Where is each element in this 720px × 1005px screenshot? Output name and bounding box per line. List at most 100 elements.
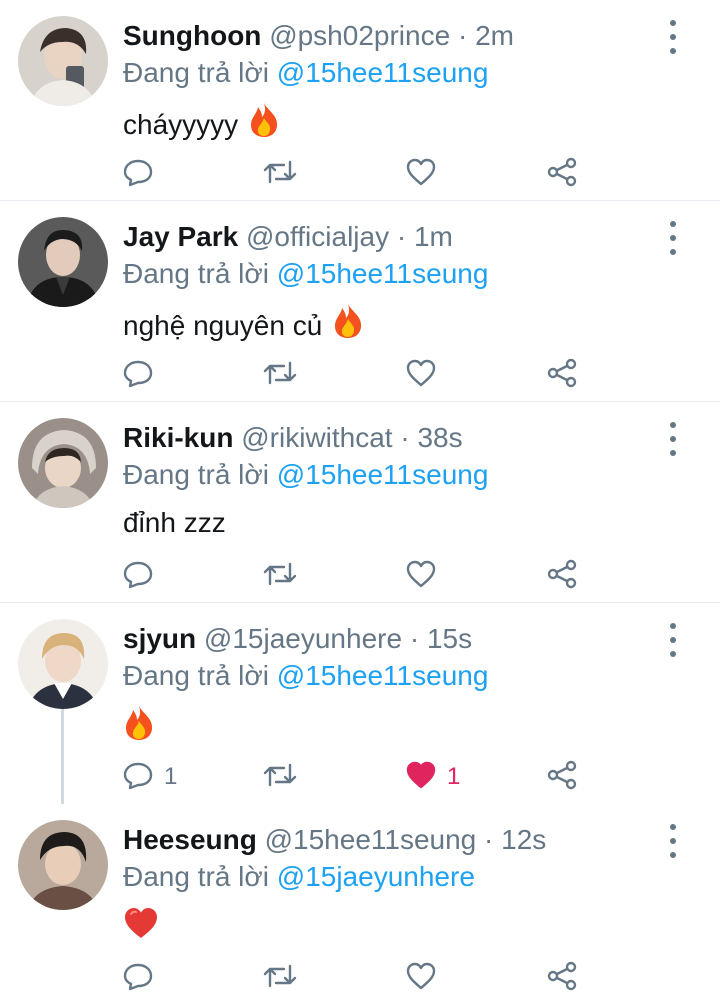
replying-to-label: Đang trả lời <box>123 459 269 490</box>
user-handle[interactable]: @psh02prince <box>269 20 450 51</box>
tweet[interactable]: Jay Park @officialjay · 1m Đang trả lời … <box>0 201 720 402</box>
red-heart-emoji-icon <box>123 906 159 950</box>
reply-button[interactable]: 1 <box>122 757 177 797</box>
more-options-icon[interactable] <box>662 824 684 858</box>
like-button[interactable] <box>405 958 447 998</box>
tweet-text: cháyyyyy <box>123 102 280 148</box>
timestamp[interactable]: 1m <box>414 221 453 252</box>
reply-button[interactable] <box>122 556 164 596</box>
avatar[interactable] <box>18 619 108 709</box>
more-options-icon[interactable] <box>662 422 684 456</box>
retweet-button[interactable] <box>262 154 298 194</box>
share-button[interactable] <box>546 757 578 797</box>
replying-to-label: Đang trả lời <box>123 660 269 691</box>
more-options-icon[interactable] <box>662 20 684 54</box>
display-name[interactable]: Heeseung <box>123 824 257 855</box>
share-icon <box>546 960 578 997</box>
replying-to-label: Đang trả lời <box>123 258 269 289</box>
display-name[interactable]: sjyun <box>123 623 196 654</box>
action-bar: 1 1 <box>0 757 720 797</box>
action-bar <box>0 556 720 596</box>
like-button[interactable] <box>405 556 447 596</box>
tweet-text <box>123 705 155 751</box>
reply-icon <box>122 759 154 796</box>
retweet-button[interactable] <box>262 958 298 998</box>
tweet[interactable]: sjyun @15jaeyunhere · 15s Đang trả lời @… <box>0 603 720 804</box>
replying-to-label: Đang trả lời <box>123 861 269 892</box>
replying-to-handle-link[interactable]: @15hee11seung <box>277 660 489 691</box>
like-count: 1 <box>447 763 461 790</box>
action-bar <box>0 154 720 194</box>
retweet-icon <box>262 357 298 394</box>
tweet-text <box>123 906 159 950</box>
reply-icon <box>122 156 154 193</box>
heart-outline-icon <box>405 358 437 393</box>
share-button[interactable] <box>546 154 578 194</box>
more-options-icon[interactable] <box>662 221 684 255</box>
display-name[interactable]: Jay Park <box>123 221 238 252</box>
timestamp[interactable]: 2m <box>475 20 514 51</box>
separator-dot: · <box>396 221 407 252</box>
fire-emoji-icon <box>332 303 364 349</box>
user-handle[interactable]: @15hee11seung <box>265 824 477 855</box>
timestamp[interactable]: 15s <box>427 623 472 654</box>
separator-dot: · <box>484 824 494 855</box>
user-handle[interactable]: @rikiwithcat <box>241 422 392 453</box>
retweet-icon <box>262 156 298 193</box>
avatar[interactable] <box>18 16 108 106</box>
replying-to-handle-link[interactable]: @15hee11seung <box>277 57 489 88</box>
reply-button[interactable] <box>122 355 164 395</box>
heart-outline-icon <box>405 157 437 192</box>
share-button[interactable] <box>546 556 578 596</box>
share-button[interactable] <box>546 355 578 395</box>
share-icon <box>546 558 578 595</box>
tweet[interactable]: Sunghoon @psh02prince · 2m Đang trả lời … <box>0 0 720 201</box>
replying-to-handle-link[interactable]: @15hee11seung <box>277 459 489 490</box>
like-button[interactable] <box>405 154 447 194</box>
replying-to-handle-link[interactable]: @15jaeyunhere <box>277 861 475 892</box>
share-icon <box>546 759 578 796</box>
display-name[interactable]: Riki-kun <box>123 422 233 453</box>
tweet-text-content: cháyyyyy <box>123 109 239 140</box>
heart-outline-icon <box>405 961 437 996</box>
tweet-text: nghệ nguyên củ <box>123 303 364 349</box>
more-options-icon[interactable] <box>662 623 684 657</box>
replying-to: Đang trả lời @15hee11seung <box>123 55 488 91</box>
avatar[interactable] <box>18 418 108 508</box>
retweet-icon <box>262 759 298 796</box>
timestamp[interactable]: 12s <box>501 824 546 855</box>
separator-dot: · <box>457 20 468 51</box>
replying-to: Đang trả lời @15jaeyunhere <box>123 859 475 895</box>
user-handle[interactable]: @officialjay <box>246 221 389 252</box>
tweet[interactable]: Riki-kun @rikiwithcat · 38s Đang trả lời… <box>0 402 720 603</box>
avatar[interactable] <box>18 820 108 910</box>
retweet-icon <box>262 558 298 595</box>
retweet-button[interactable] <box>262 757 298 797</box>
avatar[interactable] <box>18 217 108 307</box>
replying-to-handle-link[interactable]: @15hee11seung <box>277 258 489 289</box>
user-handle[interactable]: @15jaeyunhere <box>204 623 402 654</box>
retweet-button[interactable] <box>262 556 298 596</box>
like-button[interactable] <box>405 355 447 395</box>
replying-to-label: Đang trả lời <box>123 57 269 88</box>
replying-to: Đang trả lời @15hee11seung <box>123 256 488 292</box>
heart-filled-icon <box>405 760 437 795</box>
display-name[interactable]: Sunghoon <box>123 20 261 51</box>
like-button[interactable]: 1 <box>405 757 460 797</box>
timestamp[interactable]: 38s <box>417 422 462 453</box>
retweet-icon <box>262 960 298 997</box>
retweet-button[interactable] <box>262 355 298 395</box>
heart-outline-icon <box>405 559 437 594</box>
action-bar <box>0 958 720 998</box>
fire-emoji-icon <box>123 705 155 751</box>
fire-emoji-icon <box>248 102 280 148</box>
replying-to: Đang trả lời @15hee11seung <box>123 457 488 493</box>
reply-button[interactable] <box>122 958 164 998</box>
share-icon <box>546 357 578 394</box>
share-button[interactable] <box>546 958 578 998</box>
separator-dot: · <box>409 623 420 654</box>
reply-button[interactable] <box>122 154 164 194</box>
reply-icon <box>122 558 154 595</box>
tweet[interactable]: Heeseung @15hee11seung · 12s Đang trả lờ… <box>0 804 720 1005</box>
tweet-text-content: nghệ nguyên củ <box>123 310 323 341</box>
